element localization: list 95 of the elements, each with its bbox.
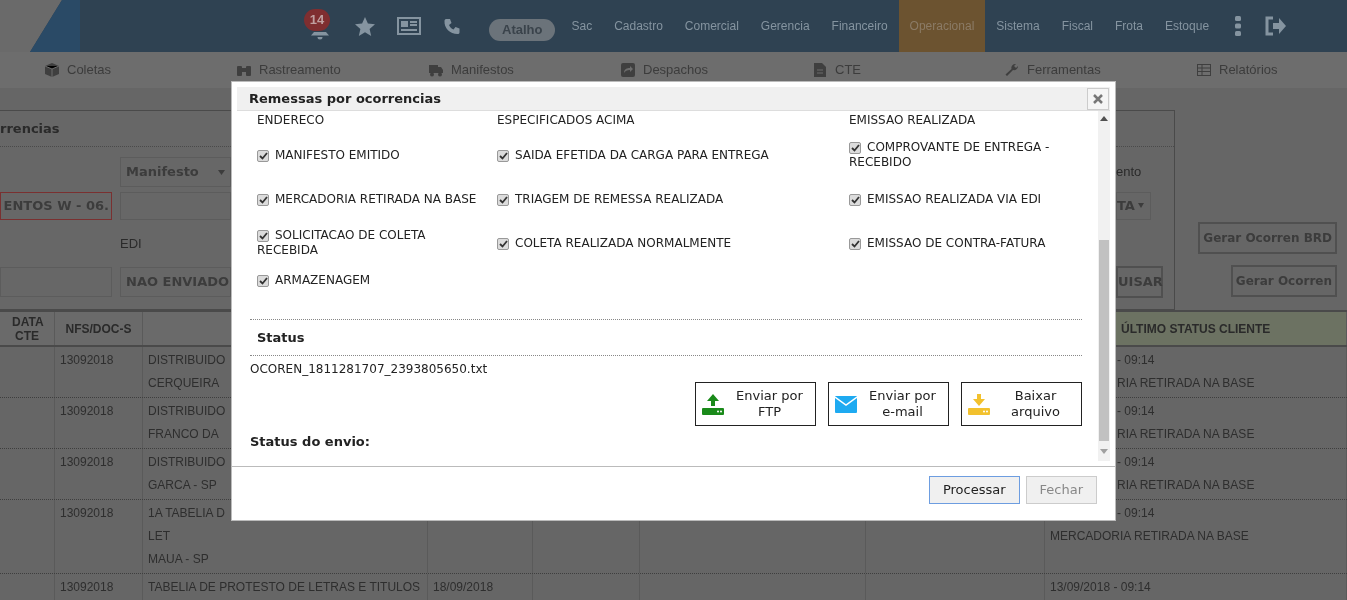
download-icon — [968, 393, 990, 415]
menu-tab[interactable]: Gerencia — [749, 0, 821, 52]
phone-icon[interactable] — [443, 17, 460, 35]
checkbox[interactable] — [257, 230, 269, 242]
option-label: ENDERECO — [257, 113, 325, 127]
table-cell-text: 1A TABELIA D — [148, 505, 225, 522]
scrollbar[interactable] — [1098, 111, 1110, 461]
checkbox[interactable] — [497, 149, 509, 162]
table-cell-text: - 09:14 — [1117, 352, 1155, 369]
checkbox[interactable] — [497, 237, 509, 250]
send-button[interactable]: Baixar arquivo — [961, 382, 1082, 426]
caret-icon[interactable] — [218, 169, 225, 175]
checkbox-option[interactable]: SAIDA EFETIDA DA CARGA PARA ENTREGA — [497, 147, 769, 163]
star-icon[interactable] — [355, 16, 375, 36]
table-cell-text: 13092018 — [60, 579, 114, 596]
down-arrow-icon[interactable] — [1100, 449, 1108, 454]
caret-icon[interactable] — [1137, 203, 1144, 208]
table-cell-text: - 09:14 — [1117, 454, 1155, 471]
option-label: EMISSAO REALIZADA — [849, 113, 976, 127]
share-icon[interactable] — [621, 63, 635, 77]
bell-icon[interactable] — [310, 32, 330, 41]
checkbox[interactable] — [497, 193, 509, 206]
table-cell-text: RIA RETIRADA NA BASE — [1117, 477, 1255, 494]
checkbox-option[interactable]: MANIFESTO EMITIDO — [257, 147, 400, 163]
document-icon[interactable] — [813, 63, 827, 77]
menu-tab[interactable]: Estoque — [1154, 0, 1221, 52]
table-cell-text: 13092018 — [60, 505, 114, 522]
table-cell-text: MAUA - SP — [148, 551, 209, 568]
send-button[interactable]: Enviar por e-mail — [828, 382, 949, 426]
table-cell-text: TABELIA DE PROTESTO DE LETRAS E TITULOS — [148, 579, 421, 596]
menu-tab[interactable]: Cadastro — [603, 0, 674, 52]
checkbox[interactable] — [257, 193, 269, 206]
checkbox-option[interactable]: ARMAZENAGEM — [257, 272, 371, 288]
checkbox-option[interactable]: COMPROVANTE DE ENTREGA - RECEBIDO — [849, 140, 1071, 170]
field-label: ento — [1116, 163, 1143, 181]
table-cell-text: - 09:14 — [1117, 505, 1155, 522]
option-label: ESPECIFICADOS ACIMA — [497, 113, 635, 127]
field-label: EDI — [120, 234, 142, 253]
checkbox[interactable] — [849, 237, 861, 250]
close-icon[interactable] — [1087, 87, 1109, 110]
table-cell-text: FRANCO DA — [148, 426, 219, 443]
cube-icon[interactable] — [45, 63, 59, 77]
column-header: DATA CTE — [12, 314, 42, 343]
panel-title: rrencias — [0, 119, 60, 138]
menu-tab[interactable]: Sistema — [985, 0, 1051, 52]
menu-tab[interactable]: Financeiro — [820, 0, 899, 52]
table-cell-text: DISTRIBUIDO — [148, 352, 226, 369]
menu-tab[interactable]: Sac — [560, 0, 604, 52]
table-cell-text: 13092018 — [60, 352, 114, 369]
checkbox-option[interactable]: EMISSAO DE CONTRA-FATURA — [849, 235, 1046, 251]
upload-icon — [702, 393, 724, 415]
table-cell-text: CERQUEIRA — [148, 375, 220, 392]
checkbox-option[interactable]: MERCADORIA RETIRADA NA BASE — [257, 191, 477, 207]
menu-tab[interactable]: Frota — [1104, 0, 1155, 52]
menu-tab[interactable]: Comercial — [673, 0, 750, 52]
checkbox[interactable] — [257, 149, 269, 162]
dialog-title: Remessas por ocorrencias — [249, 89, 441, 108]
checkbox[interactable] — [849, 193, 861, 206]
section-heading: Status — [257, 328, 305, 347]
newspaper-icon[interactable] — [397, 17, 421, 35]
column-header: NFS/DOC-S — [65, 321, 132, 336]
checkbox-option[interactable]: SOLICITACAO DE COLETA RECEBIDA — [257, 228, 487, 258]
checkbox-option[interactable]: EMISSAO REALIZADA VIA EDI — [849, 191, 1042, 207]
table-cell-text: 13092018 — [60, 454, 114, 471]
table-cell-text: DISTRIBUIDO — [148, 454, 226, 471]
table-cell-text: LET — [148, 528, 170, 545]
notification-badge: 14 — [304, 9, 330, 31]
exit-icon[interactable] — [1264, 16, 1287, 36]
wrench-icon[interactable] — [1005, 63, 1019, 77]
table-cell-text: - 09:14 — [1117, 403, 1155, 420]
binoculars-icon[interactable] — [237, 63, 251, 77]
dialog-button[interactable]: Processar — [928, 476, 1020, 504]
menu-tab[interactable]: Fiscal — [1050, 0, 1104, 52]
checkbox-option[interactable]: COLETA REALIZADA NORMALMENTE — [497, 235, 732, 251]
checkbox-option[interactable]: TRIAGEM DE REMESSA REALIZADA — [497, 191, 724, 207]
table-cell-text: RIA RETIRADA NA BASE — [1117, 375, 1255, 392]
more-icon[interactable] — [1234, 15, 1243, 37]
input-field[interactable] — [120, 192, 231, 220]
send-button[interactable]: Enviar por FTP — [695, 382, 816, 426]
table-icon[interactable] — [1197, 63, 1211, 77]
file-name: OCOREN_1811281707_2393805650.txt — [250, 361, 489, 377]
table-cell-text: 13/09/2018 - 09:14 — [1050, 579, 1151, 596]
table-cell-text: RIA RETIRADA NA BASE — [1117, 426, 1255, 443]
table-cell-text: GARCA - SP — [148, 477, 217, 494]
envelope-icon — [835, 393, 857, 415]
checkbox[interactable] — [849, 142, 861, 154]
up-arrow-icon[interactable] — [1100, 116, 1108, 121]
table-cell-text: MERCADORIA RETIRADA NA BASE — [1050, 528, 1249, 545]
table-cell-text: DISTRIBUIDO — [148, 403, 226, 420]
checkbox[interactable] — [257, 274, 269, 287]
scrollbar-thumb[interactable] — [1099, 240, 1109, 441]
send-status-label: Status do envio: — [250, 433, 371, 451]
table-cell-text: 18/09/2018 — [433, 579, 494, 596]
table-cell-text: 13092018 — [60, 403, 114, 420]
truck-icon[interactable] — [429, 63, 443, 77]
